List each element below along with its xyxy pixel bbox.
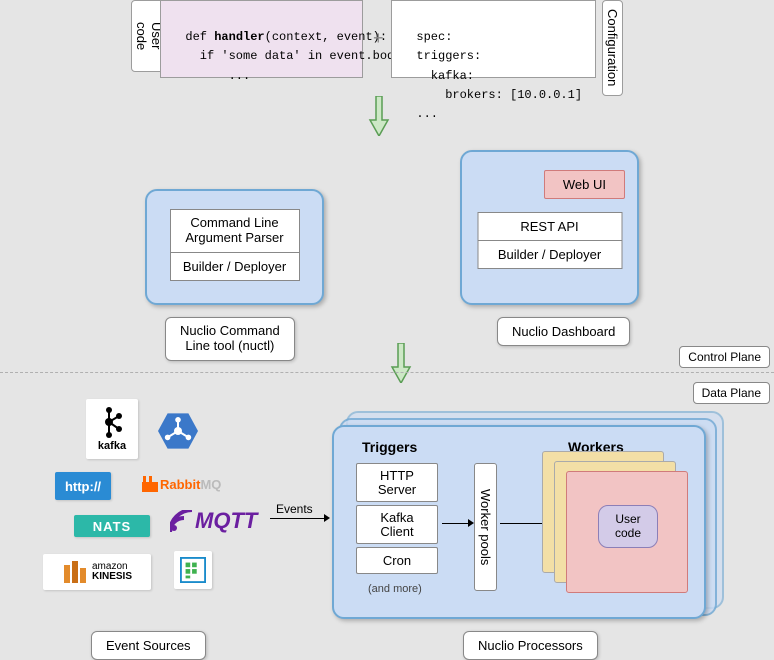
configuration-label: Configuration bbox=[602, 0, 623, 96]
and-more-label: (and more) bbox=[368, 583, 422, 595]
dashboard-rest-api: REST API bbox=[477, 212, 622, 241]
trigger-cron: Cron bbox=[356, 547, 438, 574]
control-plane-label: Control Plane bbox=[679, 346, 770, 368]
spec-code-box: spec: triggers: kafka: brokers: [10.0.0.… bbox=[391, 0, 596, 78]
rabbitmq-icon bbox=[142, 476, 158, 492]
user-code-box: def handler(context, event): if 'some da… bbox=[160, 0, 363, 78]
rabbit-label-1: Rabbit bbox=[160, 477, 200, 492]
kinesis-label-1: amazon bbox=[92, 561, 128, 572]
rabbit-label-2: MQ bbox=[200, 477, 221, 492]
trigger-http: HTTP Server bbox=[356, 463, 438, 502]
event-sources-caption: Event Sources bbox=[91, 631, 206, 660]
plus-icon: + bbox=[373, 28, 384, 49]
kafka-label: kafka bbox=[98, 440, 126, 452]
cli-arg-parser: Command Line Argument Parser bbox=[170, 209, 300, 253]
iguazio-icon bbox=[180, 556, 206, 584]
arrow-down-icon bbox=[366, 96, 392, 136]
web-ui-pill: Web UI bbox=[544, 170, 625, 199]
arrow-down-icon bbox=[388, 343, 414, 383]
event-source-http: http:// bbox=[55, 472, 111, 500]
dashboard-caption: Nuclio Dashboard bbox=[497, 317, 630, 346]
dashboard-panel: Web UI REST API Builder / Deployer bbox=[460, 150, 639, 305]
event-source-kafka: kafka bbox=[86, 399, 138, 459]
data-plane-label: Data Plane bbox=[693, 382, 770, 404]
cli-row1a: Command Line bbox=[190, 215, 278, 230]
mqtt-icon bbox=[170, 510, 192, 532]
spec-code-text: spec: triggers: kafka: brokers: [10.0.0.… bbox=[402, 30, 582, 121]
trigger-kafka: Kafka Client bbox=[356, 505, 438, 544]
cli-caption2: Line tool (nuctl) bbox=[185, 338, 274, 353]
event-source-kinesis: amazon KINESIS bbox=[43, 554, 151, 590]
user-code-chip: User code bbox=[598, 505, 658, 548]
event-source-rabbitmq: RabbitMQ bbox=[136, 474, 227, 494]
event-source-iguazio bbox=[174, 551, 212, 589]
event-source-nats: NATS bbox=[74, 515, 150, 537]
trigger-kafka-2: Client bbox=[380, 524, 413, 539]
event-source-mqtt: MQTT bbox=[164, 506, 263, 536]
kafka-icon bbox=[101, 406, 123, 440]
cli-caption: Nuclio Command Line tool (nuctl) bbox=[165, 317, 295, 361]
events-arrow-icon bbox=[270, 518, 324, 519]
dashboard-builder: Builder / Deployer bbox=[477, 240, 622, 269]
worker-pools: Worker pools bbox=[474, 463, 497, 591]
kinesis-label-2: KINESIS bbox=[92, 571, 132, 582]
cli-row1b: Argument Parser bbox=[185, 230, 283, 245]
plane-divider bbox=[0, 372, 774, 373]
arrow-icon bbox=[442, 523, 468, 524]
user-code-chip-1: User bbox=[615, 512, 640, 526]
event-source-pubsub bbox=[152, 408, 204, 454]
user-code-chip-2: code bbox=[615, 526, 641, 540]
cli-builder: Builder / Deployer bbox=[170, 252, 300, 281]
kinesis-icon bbox=[62, 559, 88, 585]
pubsub-icon bbox=[158, 409, 198, 453]
processor-panel: Triggers Workers HTTP Server Kafka Clien… bbox=[332, 425, 706, 619]
mqtt-label: MQTT bbox=[195, 508, 257, 534]
events-label: Events bbox=[276, 502, 313, 516]
cli-caption1: Nuclio Command bbox=[180, 323, 280, 338]
cli-panel: Command Line Argument Parser Builder / D… bbox=[145, 189, 324, 305]
processors-caption: Nuclio Processors bbox=[463, 631, 598, 660]
trigger-http-2: Server bbox=[378, 482, 416, 497]
triggers-title: Triggers bbox=[362, 439, 417, 455]
